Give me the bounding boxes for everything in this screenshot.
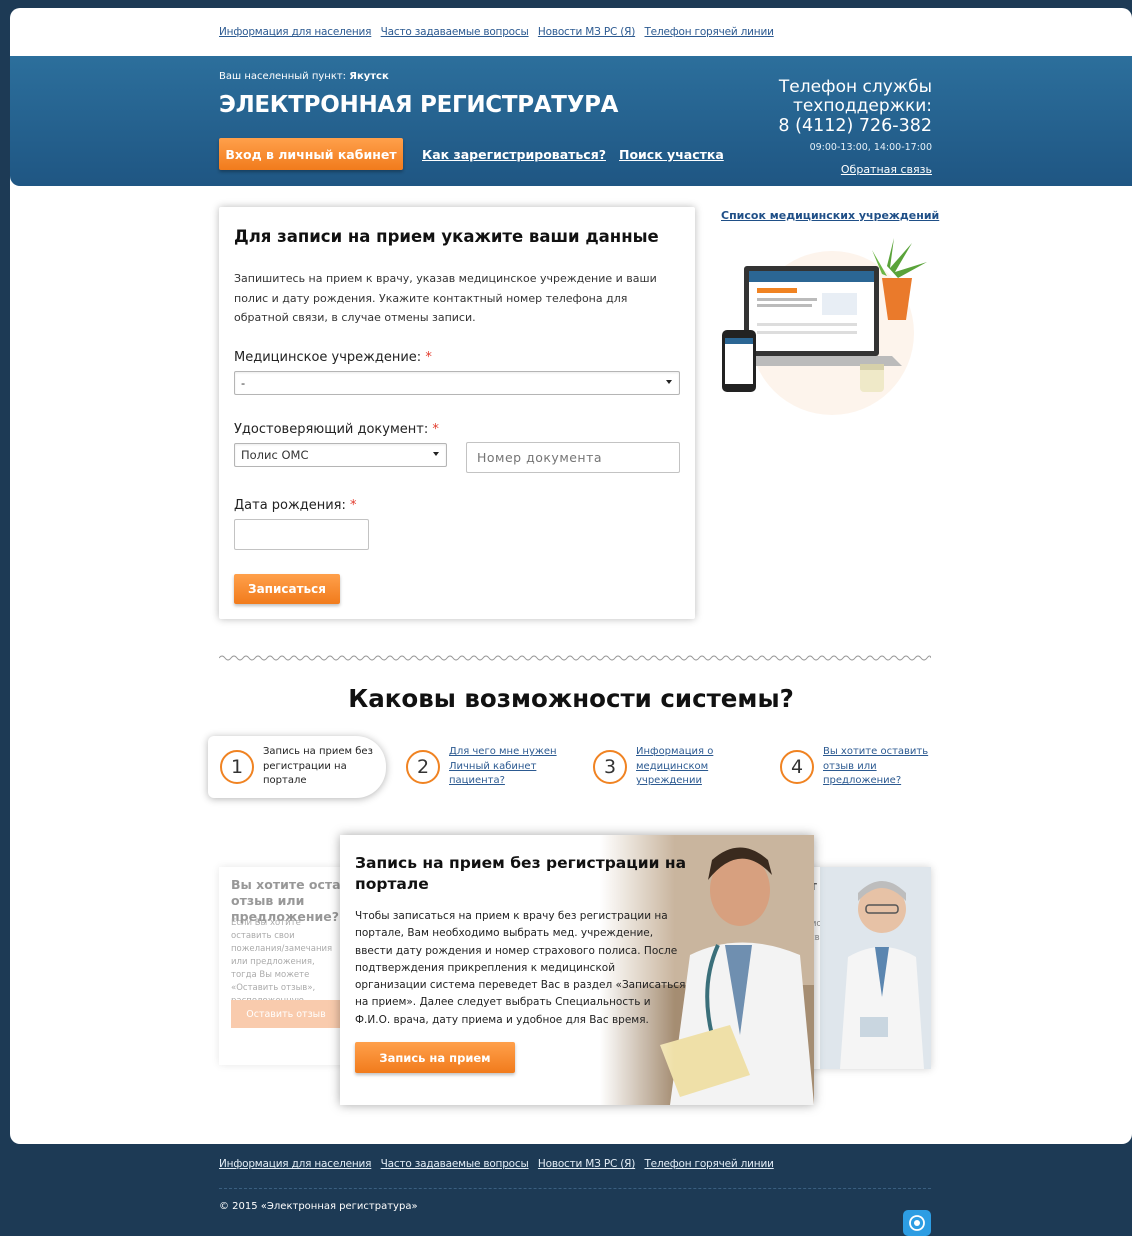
support-title-line2: техподдержки:: [792, 96, 932, 116]
find-district-link[interactable]: Поиск участка: [619, 147, 724, 162]
locality-label: Ваш населенный пункт:: [219, 71, 347, 82]
institution-select[interactable]: -: [234, 371, 680, 395]
feature-card-appointment: Запись на прием без регистрации на порта…: [340, 835, 814, 1105]
appointment-form: Для записи на прием укажите ваши данные …: [219, 207, 695, 619]
footer-link-info[interactable]: Информация для населения: [219, 1158, 372, 1170]
how-to-register-link[interactable]: Как зарегистрироваться?: [422, 147, 606, 162]
page-frame: [0, 0, 10, 1236]
step-number: 1: [220, 750, 254, 784]
page-container: Информация для населения Часто задаваемы…: [10, 8, 1132, 1144]
locality-value[interactable]: Якутск: [349, 71, 389, 82]
top-link-hotline[interactable]: Телефон горячей линии: [644, 26, 773, 38]
med-institutions-list-link[interactable]: Список медицинских учреждений: [721, 209, 939, 222]
support-phone: 8 (4112) 726-382: [778, 116, 932, 136]
top-nav: Информация для населения Часто задаваемы…: [219, 26, 780, 38]
footer-link-hotline[interactable]: Телефон горячей линии: [644, 1158, 773, 1170]
chevron-down-icon: [666, 380, 672, 384]
feature-step-2[interactable]: 2 Для чего мне нужен Личный кабинет паци…: [406, 736, 564, 798]
required-mark: *: [350, 498, 357, 513]
document-number-input[interactable]: [466, 442, 680, 473]
header: Ваш населенный пункт: Якутск ЭЛЕКТРОННАЯ…: [10, 56, 1132, 186]
top-link-info[interactable]: Информация для населения: [219, 26, 372, 38]
card-text: Если Вы хотите оставить свои пожелания/з…: [231, 918, 333, 1006]
document-type-select[interactable]: Полис ОМС: [234, 443, 447, 467]
feedback-link[interactable]: Обратная связь: [778, 163, 932, 176]
step-number: 2: [406, 750, 440, 784]
step-link[interactable]: Для чего мне нужен Личный кабинет пациен…: [449, 746, 557, 786]
birthdate-input[interactable]: [234, 519, 369, 550]
footer-divider: [219, 1188, 931, 1189]
footer-link-news[interactable]: Новости МЗ РС (Я): [538, 1158, 635, 1170]
step-link[interactable]: Вы хотите оставить отзыв или предложение…: [823, 746, 928, 786]
book-appointment-button[interactable]: Запись на прием: [355, 1042, 515, 1073]
step-number: 3: [593, 750, 627, 784]
login-button[interactable]: Вход в личный кабинет: [219, 138, 403, 170]
feature-step-1[interactable]: 1 Запись на прием без регистрации на пор…: [208, 736, 386, 798]
devices-illustration: [722, 238, 927, 415]
copyright: © 2015 «Электронная регистратура»: [219, 1201, 418, 1212]
step-label: Запись на прием без регистрации на порта…: [263, 746, 373, 787]
card-text: Чтобы записаться на прием к врачу без ре…: [355, 910, 686, 1026]
document-label: Удостоверяющий документ: *: [234, 422, 439, 437]
doctor-photo: [820, 867, 931, 1069]
institution-label: Медицинское учреждение: *: [234, 350, 432, 365]
support-hours: 09:00-13:00, 14:00-17:00: [809, 142, 932, 153]
support-title-line1: Телефон службы: [778, 77, 932, 97]
card-title: Запись на прием без регистрации на порта…: [355, 854, 687, 893]
leave-feedback-button[interactable]: Оставить отзыв: [231, 1000, 341, 1028]
footer-nav: Информация для населения Часто задаваемы…: [219, 1158, 780, 1170]
feature-step-3[interactable]: 3 Информация о медицинском учреждении: [593, 736, 751, 798]
chevron-down-icon: [433, 452, 439, 456]
site-title: ЭЛЕКТРОННАЯ РЕГИСТРАТУРА: [219, 92, 619, 118]
accessibility-icon[interactable]: [903, 1210, 931, 1236]
wavy-divider: [219, 655, 931, 661]
top-link-faq[interactable]: Часто задаваемые вопросы: [381, 26, 529, 38]
form-description: Запишитесь на прием к врачу, указав меди…: [234, 272, 657, 324]
required-mark: *: [425, 350, 432, 365]
feature-step-4[interactable]: 4 Вы хотите оставить отзыв или предложен…: [780, 736, 938, 798]
form-title: Для записи на прием укажите ваши данные: [234, 227, 659, 246]
required-mark: *: [432, 422, 439, 437]
birthdate-label: Дата рождения: *: [234, 498, 357, 513]
locality: Ваш населенный пункт: Якутск: [219, 71, 389, 82]
features-title: Каковы возможности системы?: [348, 684, 794, 713]
support-contact: Телефон службы техподдержки: 8 (4112) 72…: [778, 77, 932, 177]
step-number: 4: [780, 750, 814, 784]
submit-button[interactable]: Записаться: [234, 574, 340, 604]
step-link[interactable]: Информация о медицинском учреждении: [636, 746, 713, 786]
top-link-news[interactable]: Новости МЗ РС (Я): [538, 26, 635, 38]
footer-link-faq[interactable]: Часто задаваемые вопросы: [381, 1158, 529, 1170]
